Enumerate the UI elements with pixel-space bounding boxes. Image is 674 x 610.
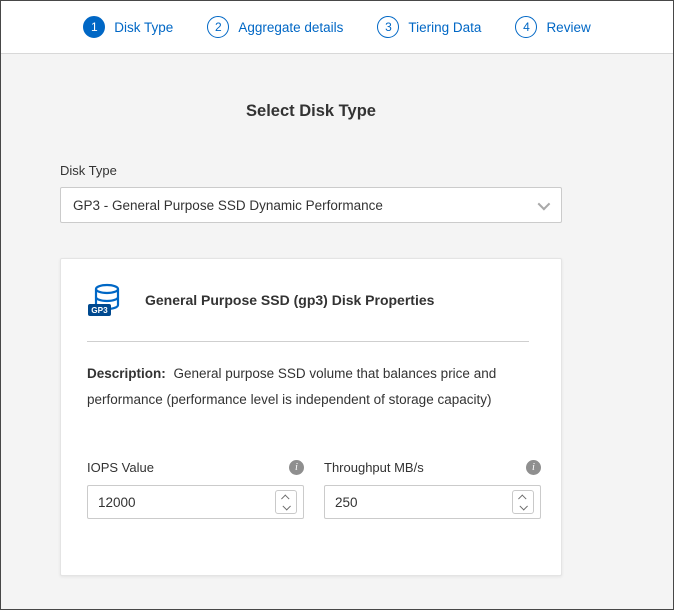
main-content: Select Disk Type Disk Type GP3 - General… [60, 102, 562, 576]
iops-input-wrapper [87, 485, 304, 519]
iops-stepper[interactable] [275, 490, 297, 514]
throughput-stepper[interactable] [512, 490, 534, 514]
description-label: Description: [87, 366, 166, 381]
stepper-down-icon[interactable] [282, 502, 290, 510]
throughput-label: Throughput MB/s [324, 460, 424, 475]
gp3-icon-badge-text: GP3 [91, 306, 108, 315]
step-4-label: Review [546, 20, 590, 35]
step-review[interactable]: 4 Review [515, 16, 590, 38]
page-title: Select Disk Type [60, 102, 562, 121]
step-1-label: Disk Type [114, 20, 173, 35]
step-2-badge: 2 [207, 16, 229, 38]
disk-description: Description: General purpose SSD volume … [87, 361, 529, 412]
step-2-label: Aggregate details [238, 20, 343, 35]
card-divider [87, 341, 529, 342]
wizard-screen: 1 Disk Type 2 Aggregate details 3 Tierin… [0, 0, 674, 610]
iops-field-group: IOPS Value [87, 460, 304, 519]
card-header: GP3 General Purpose SSD (gp3) Disk Prope… [87, 281, 529, 319]
disk-properties-card: GP3 General Purpose SSD (gp3) Disk Prope… [60, 258, 562, 576]
disk-type-selected-value: GP3 - General Purpose SSD Dynamic Perfor… [73, 198, 383, 213]
stepper-up-icon[interactable] [518, 494, 526, 502]
iops-info-icon[interactable] [289, 460, 304, 475]
step-4-badge: 4 [515, 16, 537, 38]
step-disk-type[interactable]: 1 Disk Type [83, 16, 173, 38]
throughput-info-icon[interactable] [526, 460, 541, 475]
wizard-stepper: 1 Disk Type 2 Aggregate details 3 Tierin… [1, 1, 673, 54]
iops-label: IOPS Value [87, 460, 154, 475]
stepper-down-icon[interactable] [519, 502, 527, 510]
step-3-badge: 3 [377, 16, 399, 38]
stepper-up-icon[interactable] [281, 494, 289, 502]
step-3-label: Tiering Data [408, 20, 481, 35]
step-1-badge: 1 [83, 16, 105, 38]
performance-fields: IOPS Value Throughput MB/s [87, 460, 529, 519]
chevron-down-icon [538, 197, 551, 210]
iops-input[interactable] [98, 495, 275, 510]
throughput-field-group: Throughput MB/s [324, 460, 541, 519]
throughput-input-wrapper [324, 485, 541, 519]
disk-type-label: Disk Type [60, 163, 562, 178]
card-title: General Purpose SSD (gp3) Disk Propertie… [145, 292, 434, 308]
step-tiering-data[interactable]: 3 Tiering Data [377, 16, 481, 38]
gp3-disk-icon: GP3 [87, 281, 125, 319]
step-aggregate-details[interactable]: 2 Aggregate details [207, 16, 343, 38]
throughput-input[interactable] [335, 495, 512, 510]
disk-type-select[interactable]: GP3 - General Purpose SSD Dynamic Perfor… [60, 187, 562, 223]
